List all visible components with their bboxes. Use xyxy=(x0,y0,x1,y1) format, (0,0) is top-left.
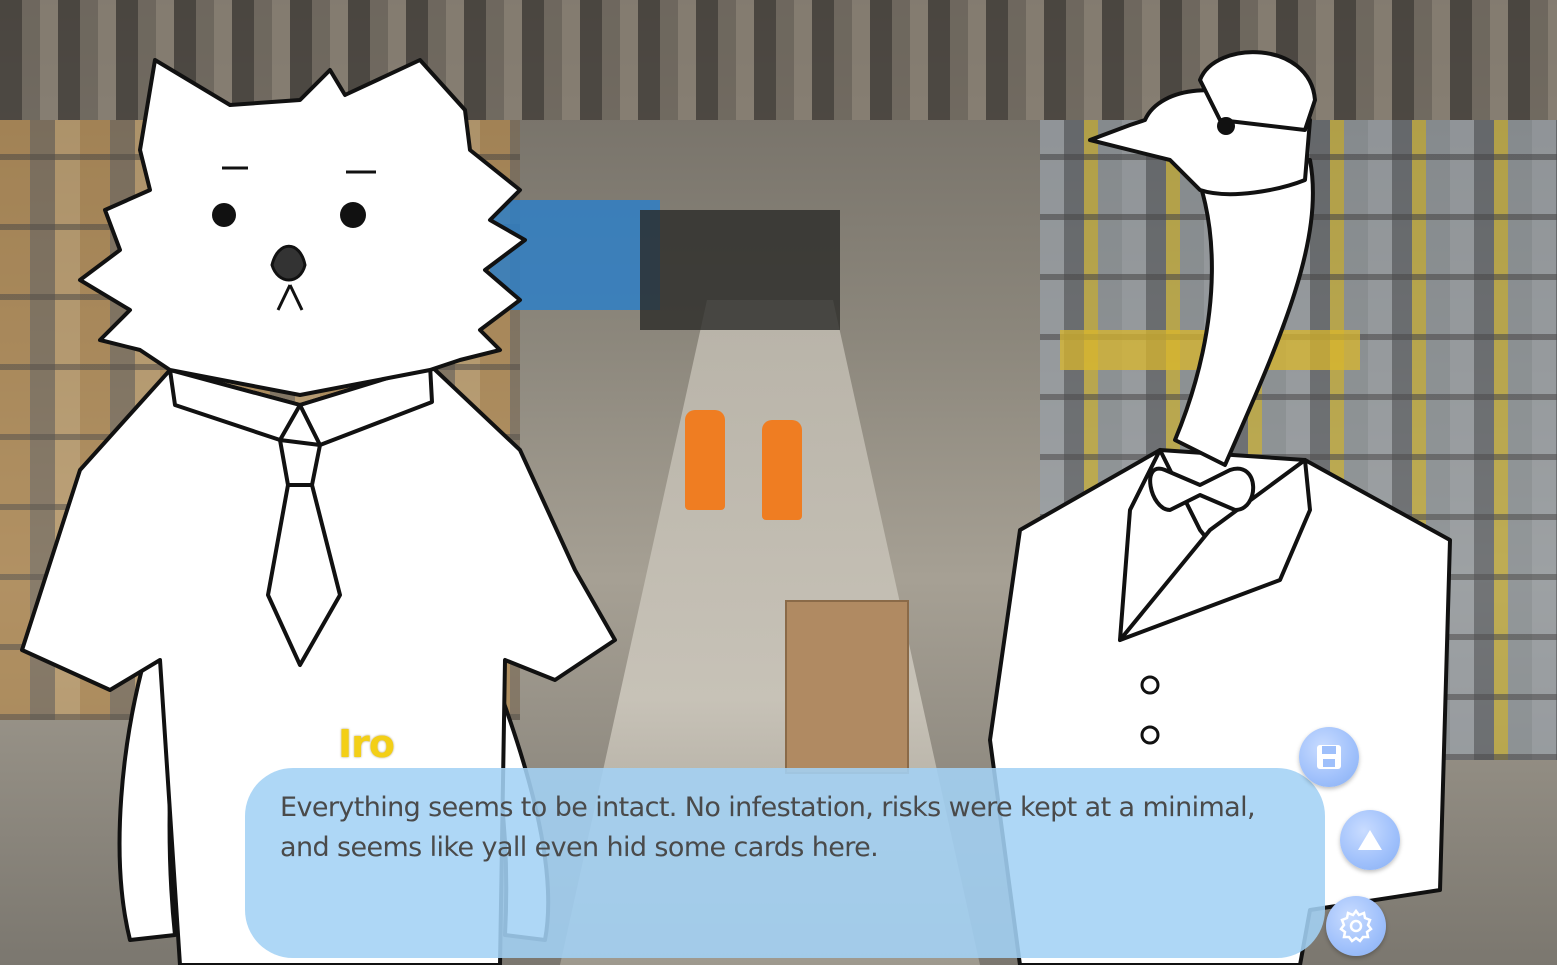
triangle-up-icon xyxy=(1358,830,1382,850)
suit-button xyxy=(1140,675,1160,695)
background-cardboard-box xyxy=(785,600,909,774)
save-button[interactable] xyxy=(1299,727,1359,787)
background-black-machine xyxy=(640,210,840,330)
game-stage[interactable]: Iro Everything seems to be intact. No in… xyxy=(0,0,1557,965)
speaker-name: Iro xyxy=(338,722,395,766)
suit-button xyxy=(1140,725,1160,745)
goose-eye xyxy=(1217,117,1235,135)
cat-eye-left xyxy=(212,203,236,227)
cat-eye-right xyxy=(340,202,366,228)
gear-icon xyxy=(1339,908,1373,943)
floppy-disk-icon xyxy=(1317,745,1341,769)
settings-button[interactable] xyxy=(1326,896,1386,956)
background-worker xyxy=(685,410,725,510)
background-worker xyxy=(762,420,802,520)
dialogue-text: Everything seems to be intact. No infest… xyxy=(280,792,1256,863)
history-button[interactable] xyxy=(1340,810,1400,870)
